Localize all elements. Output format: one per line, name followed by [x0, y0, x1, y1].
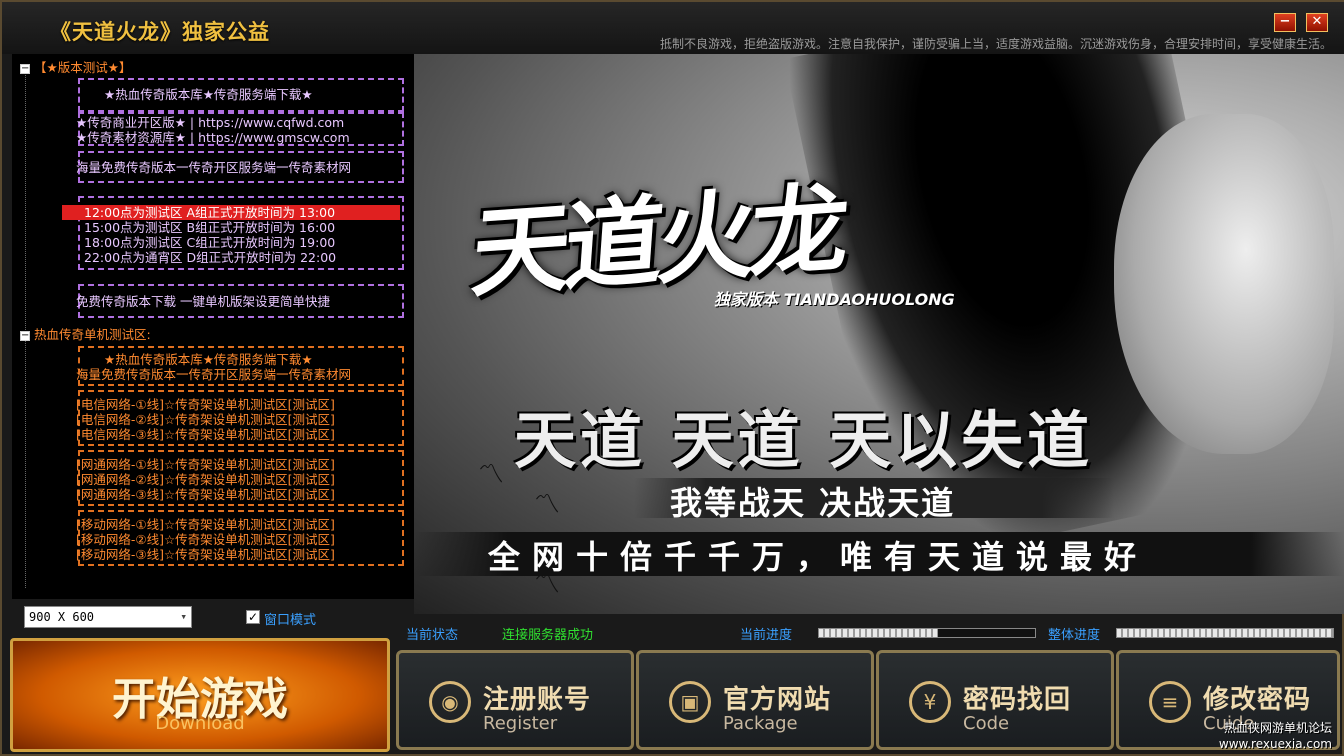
resolution-select[interactable]: 900 X 600 ▾	[24, 606, 192, 628]
tree-item[interactable]: 海量免费传奇版本一传奇开区服务端一传奇素材网	[76, 160, 351, 175]
collapse-box[interactable]: −	[20, 330, 30, 341]
tree-guide-line	[25, 338, 26, 588]
watermark-line: www.rexuexia.com	[1218, 737, 1332, 751]
tree-guide-line	[25, 70, 26, 340]
recover-password-button[interactable]: ¥ 密码找回 Code	[876, 650, 1114, 750]
watermark-line: 热血侠网游单机论坛	[1223, 721, 1332, 735]
tree-item[interactable]: [电信网络-①线]☆传奇架设单机测试区[测试区]	[76, 397, 335, 412]
banner-portrait	[1114, 114, 1334, 454]
start-game-sublabel: Download	[155, 713, 245, 734]
progress-label: 当前进度	[740, 628, 793, 643]
yen-icon: ¥	[909, 681, 951, 723]
gift-icon: ▣	[669, 681, 711, 723]
title-bar: 《天道火龙》独家公益 抵制不良游戏，拒绝盗版游戏。注意自我保护，谨防受骗上当，适…	[2, 2, 1344, 54]
tree-group-version-test[interactable]: − 【★版本测试★】	[20, 57, 131, 76]
slogan-primary: 天道 天道 天以失道	[514, 404, 1094, 477]
tree-item[interactable]: 15:00点为测试区 B组正式开放时间为 16:00	[84, 220, 335, 235]
register-sublabel: Register	[483, 713, 558, 734]
tree-item[interactable]: ★热血传奇版本库★传奇服务端下载★	[104, 87, 313, 102]
tree-item[interactable]: [电信网络-②线]☆传奇架设单机测试区[测试区]	[76, 412, 335, 427]
official-site-label: 官方网站	[723, 685, 832, 715]
window-mode-checkbox[interactable]: ✓	[246, 610, 260, 624]
official-site-button[interactable]: ▣ 官方网站 Package	[636, 650, 874, 750]
current-progress-fill	[819, 629, 938, 637]
tree-item[interactable]: 22:00点为通宵区 D组正式开放时间为 22:00	[84, 250, 336, 265]
chevron-down-icon[interactable]: ▾	[180, 607, 187, 627]
tree-item-selected[interactable]: 12:00点为测试区 A组正式开放时间为 13:00	[62, 205, 400, 220]
resolution-value: 900 X 600	[29, 610, 95, 624]
tree-item[interactable]: ★热血传奇版本库★传奇服务端下载★	[104, 352, 313, 367]
window-title: 《天道火龙》独家公益	[50, 20, 270, 44]
bird-icon: 〽	[478, 460, 505, 490]
close-button[interactable]: ✕	[1306, 13, 1328, 32]
forum-watermark: 热血侠网游单机论坛 www.rexuexia.com	[1219, 720, 1332, 752]
current-progress-bar	[818, 628, 1036, 638]
official-site-sublabel: Package	[723, 713, 798, 734]
tree-item[interactable]: [电信网络-③线]☆传奇架设单机测试区[测试区]	[76, 427, 335, 442]
user-icon: ◉	[429, 681, 471, 723]
server-tree: − 【★版本测试★】 ★热血传奇版本库★传奇服务端下载★ ★传奇商业开区版★ | …	[12, 54, 414, 599]
status-label: 当前状态	[406, 628, 459, 643]
promo-banner: 〽 〽 〽 天道火龙 独家版本 TIANDAOHUOLONG 天道 天道 天以失…	[414, 54, 1344, 614]
tree-item[interactable]: [移动网络-②线]☆传奇架设单机测试区[测试区]	[76, 532, 335, 547]
tree-group-single-test[interactable]: − 热血传奇单机测试区:	[20, 324, 151, 343]
minimize-button[interactable]: −	[1274, 13, 1296, 32]
tree-item[interactable]: [网通网络-②线]☆传奇架设单机测试区[测试区]	[76, 472, 335, 487]
tree-item[interactable]: 18:00点为测试区 C组正式开放时间为 19:00	[84, 235, 335, 250]
overall-progress-bar	[1116, 628, 1334, 638]
overall-label: 整体进度	[1048, 628, 1101, 643]
register-label: 注册账号	[483, 685, 592, 715]
tree-item[interactable]: ★传奇商业开区版★ | https://www.cqfwd.com	[76, 115, 344, 130]
tree-group-label: 【★版本测试★】	[34, 60, 132, 75]
tree-item[interactable]: [移动网络-③线]☆传奇架设单机测试区[测试区]	[76, 547, 335, 562]
document-icon: ≡	[1149, 681, 1191, 723]
tree-item[interactable]: [网通网络-①线]☆传奇架设单机测试区[测试区]	[76, 457, 335, 472]
tree-item[interactable]: ★传奇素材资源库★ | https://www.gmscw.com	[76, 130, 350, 145]
slogan-secondary: 我等战天 决战天道	[670, 484, 956, 522]
window-mode-label[interactable]: 窗口模式	[264, 609, 316, 628]
start-game-button[interactable]: 开始游戏 Download	[10, 638, 390, 752]
health-notice: 抵制不良游戏，拒绝盗版游戏。注意自我保护，谨防受骗上当，适度游戏益脑。沉迷游戏伤…	[659, 37, 1332, 51]
recover-password-sublabel: Code	[963, 713, 1010, 734]
edition-label: 独家版本 TIANDAOHUOLONG	[714, 290, 955, 309]
change-password-label: 修改密码	[1203, 685, 1312, 715]
tree-group-label: 热血传奇单机测试区:	[34, 327, 151, 342]
recover-password-label: 密码找回	[963, 685, 1072, 715]
tree-item[interactable]: [移动网络-①线]☆传奇架设单机测试区[测试区]	[76, 517, 335, 532]
tree-item[interactable]: 海量免费传奇版本一传奇开区服务端一传奇素材网	[76, 367, 351, 382]
launcher-window: 《天道火龙》独家公益 抵制不良游戏，拒绝盗版游戏。注意自我保护，谨防受骗上当，适…	[0, 0, 1344, 756]
collapse-box[interactable]: −	[20, 63, 30, 74]
status-value: 连接服务器成功	[502, 628, 594, 643]
register-button[interactable]: ◉ 注册账号 Register	[396, 650, 634, 750]
slogan-tertiary: 全网十倍千千万，唯有天道说最好	[488, 538, 1149, 576]
bird-icon: 〽	[534, 490, 561, 520]
tree-item[interactable]: 免费传奇版本下载 一键单机版架设更简单快捷	[76, 294, 330, 309]
tree-item[interactable]: [网通网络-③线]☆传奇架设单机测试区[测试区]	[76, 487, 335, 502]
